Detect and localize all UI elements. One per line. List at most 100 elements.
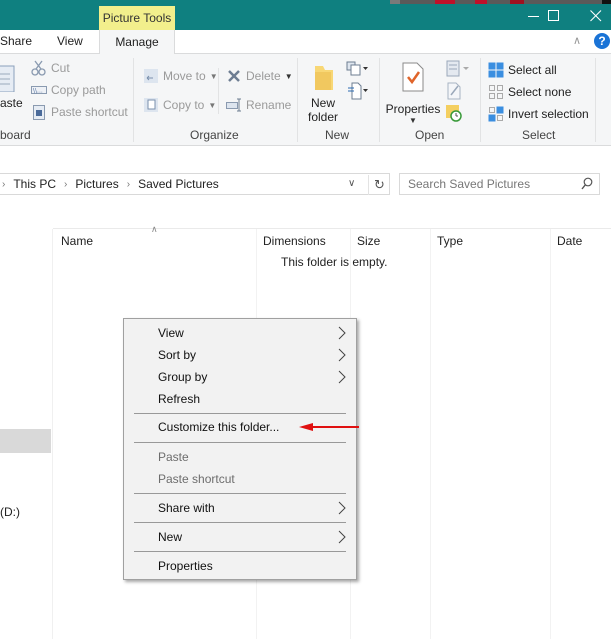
menu-item-sort-by[interactable]: Sort by bbox=[124, 344, 356, 366]
new-item-button[interactable] bbox=[346, 60, 370, 78]
menu-item-label: View bbox=[158, 326, 184, 340]
help-icon[interactable]: ? bbox=[594, 33, 610, 49]
close-button[interactable] bbox=[576, 3, 611, 29]
cut-label: Cut bbox=[51, 61, 70, 75]
history-button[interactable] bbox=[445, 104, 463, 122]
clipboard-icon bbox=[0, 65, 15, 92]
easy-access-button[interactable] bbox=[346, 82, 370, 100]
search-input[interactable] bbox=[400, 174, 575, 194]
rename-icon bbox=[226, 98, 241, 112]
open-group-label: Open bbox=[415, 128, 445, 142]
nav-selected-item[interactable] bbox=[0, 429, 51, 453]
breadcrumb-pictures[interactable]: Pictures bbox=[75, 177, 118, 191]
open-button[interactable] bbox=[445, 60, 473, 78]
move-to-label: Move to bbox=[163, 69, 206, 83]
breadcrumb-saved-pictures[interactable]: Saved Pictures bbox=[138, 177, 219, 191]
properties-button[interactable]: Properties ▼ bbox=[385, 60, 441, 125]
dropdown-arrow-icon: ▼ bbox=[409, 116, 417, 125]
properties-checkmark-icon bbox=[402, 62, 424, 92]
tab-view[interactable]: View bbox=[57, 34, 83, 48]
submenu-chevron-icon bbox=[338, 370, 346, 384]
column-header-type[interactable]: Type bbox=[430, 229, 551, 253]
column-header-name[interactable]: Name bbox=[54, 229, 257, 253]
invert-selection-icon bbox=[488, 106, 504, 122]
column-divider bbox=[430, 229, 431, 639]
copy-path-button[interactable]: \\... Copy path bbox=[31, 82, 106, 98]
easy-access-icon bbox=[348, 82, 368, 100]
paste-label: aste bbox=[0, 96, 23, 110]
breadcrumb-chevron-icon: › bbox=[126, 178, 131, 190]
menu-item-group-by[interactable]: Group by bbox=[124, 366, 356, 388]
submenu-chevron-icon bbox=[338, 326, 346, 340]
invert-selection-label: Invert selection bbox=[508, 107, 589, 121]
column-header-dimensions[interactable]: Dimensions bbox=[256, 229, 351, 253]
nav-drive-d[interactable]: (D:) bbox=[0, 505, 20, 519]
maximize-icon bbox=[548, 10, 559, 21]
context-menu: View Sort by Group by Refresh Customize … bbox=[123, 318, 357, 580]
breadcrumb-chevron-icon: › bbox=[64, 178, 68, 190]
address-history-dropdown-icon[interactable]: ∨ bbox=[348, 178, 355, 189]
copy-to-label: Copy to bbox=[163, 98, 205, 112]
tab-manage[interactable]: Manage bbox=[99, 30, 175, 54]
menu-item-refresh[interactable]: Refresh bbox=[124, 388, 356, 410]
select-all-label: Select all bbox=[508, 63, 557, 77]
dropdown-arrow-icon: ▼ bbox=[284, 71, 293, 81]
delete-button[interactable]: Delete ▼ bbox=[226, 68, 293, 84]
column-header-size[interactable]: Size bbox=[350, 229, 431, 253]
submenu-chevron-icon bbox=[338, 348, 346, 362]
new-folder-button[interactable]: New folder bbox=[305, 60, 341, 124]
menu-item-label: Properties bbox=[158, 559, 213, 573]
open-icon bbox=[446, 60, 469, 77]
close-icon bbox=[590, 10, 602, 22]
menu-item-label: Group by bbox=[158, 370, 208, 384]
refresh-icon[interactable]: ↻ bbox=[368, 175, 390, 195]
tab-share[interactable]: Share bbox=[0, 34, 32, 48]
menu-item-share-with[interactable]: Share with bbox=[124, 497, 356, 519]
select-all-button[interactable]: Select all bbox=[488, 62, 557, 78]
new-item-icon bbox=[346, 61, 368, 76]
submenu-chevron-icon bbox=[338, 501, 346, 515]
select-none-button[interactable]: Select none bbox=[488, 84, 571, 100]
organize-group-label: Organize bbox=[190, 128, 239, 142]
menu-item-view[interactable]: View bbox=[124, 322, 356, 344]
move-to-icon bbox=[144, 69, 158, 83]
scissors-icon bbox=[31, 60, 46, 76]
menu-item-label: Refresh bbox=[158, 392, 201, 406]
search-icon[interactable] bbox=[581, 177, 593, 191]
menu-item-new[interactable]: New bbox=[124, 526, 356, 548]
select-none-icon bbox=[489, 85, 503, 99]
ribbon: aste Cut \\... Copy path Paste shortcut … bbox=[0, 54, 611, 146]
file-explorer-window: Picture Tools Share View Manage ∧ ? aste… bbox=[0, 0, 611, 639]
maximize-button[interactable] bbox=[534, 3, 574, 29]
menu-item-label: Paste bbox=[158, 450, 189, 464]
paste-shortcut-button[interactable]: Paste shortcut bbox=[31, 104, 128, 120]
paste-button[interactable]: aste bbox=[0, 60, 23, 110]
copy-to-button[interactable]: Copy to ▼ bbox=[143, 97, 216, 113]
menu-item-label: Sort by bbox=[158, 348, 197, 362]
rename-button[interactable]: Rename bbox=[226, 97, 291, 113]
group-separator bbox=[480, 58, 481, 142]
menu-item-properties[interactable]: Properties bbox=[124, 555, 356, 577]
edit-button[interactable] bbox=[445, 82, 463, 100]
move-to-button[interactable]: Move to ▼ bbox=[143, 68, 218, 84]
cut-button[interactable]: Cut bbox=[31, 60, 70, 76]
menu-separator bbox=[134, 442, 346, 443]
address-bar[interactable]: › This PC › Pictures › Saved Pictures ∨ … bbox=[0, 173, 390, 195]
select-group-label: Select bbox=[522, 128, 556, 142]
column-header-date[interactable]: Date bbox=[550, 229, 611, 253]
new-folder-label-line1: New bbox=[310, 96, 335, 110]
breadcrumb-this-pc[interactable]: This PC bbox=[13, 177, 56, 191]
paste-shortcut-icon bbox=[33, 105, 45, 120]
breadcrumb-chevron-icon: › bbox=[2, 178, 6, 190]
menu-separator bbox=[134, 551, 346, 552]
invert-selection-button[interactable]: Invert selection bbox=[488, 106, 589, 122]
menu-separator bbox=[134, 493, 346, 494]
menu-item-paste-shortcut[interactable]: Paste shortcut bbox=[124, 468, 356, 490]
search-box[interactable] bbox=[399, 173, 600, 195]
menu-item-paste[interactable]: Paste bbox=[124, 446, 356, 468]
properties-label: Properties bbox=[385, 102, 441, 116]
submenu-chevron-icon bbox=[338, 530, 346, 544]
delete-label: Delete bbox=[246, 69, 281, 83]
chevron-up-icon[interactable]: ∧ bbox=[573, 34, 581, 47]
copy-path-icon: \\... bbox=[31, 86, 47, 95]
